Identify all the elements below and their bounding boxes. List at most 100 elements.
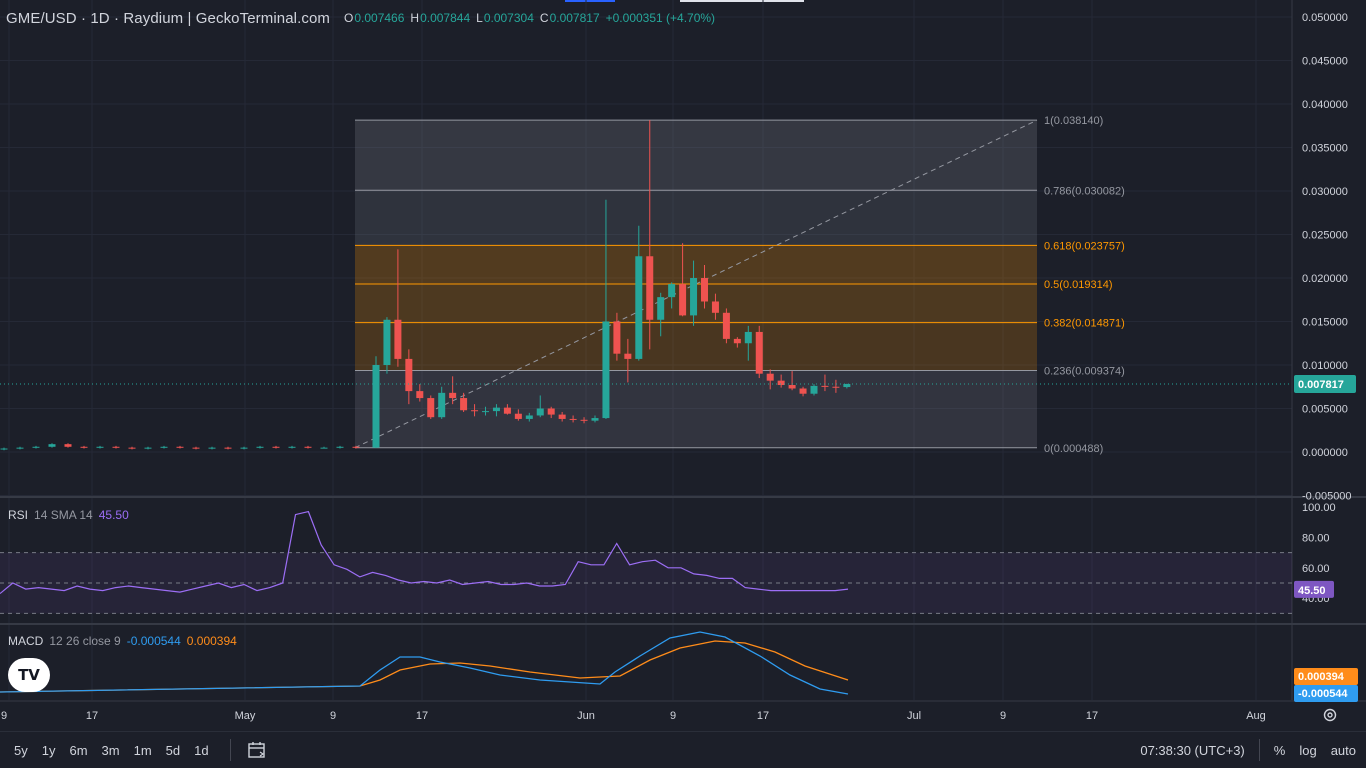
candle-body [64, 444, 72, 447]
toolbar-divider [1258, 739, 1260, 761]
close-value: 0.007817 [549, 11, 600, 25]
range-1y-button[interactable]: 1y [35, 743, 63, 758]
candle-body [336, 446, 344, 448]
candle-body [755, 331, 763, 374]
gear-icon[interactable] [1322, 707, 1338, 723]
candle-body [460, 398, 468, 411]
price-axis-label: 0.050000 [1302, 12, 1348, 24]
clock-timezone[interactable]: 07:38:30 (UTC+3) [1140, 743, 1244, 758]
macd-line-tag-label: -0.000544 [1298, 688, 1348, 700]
macd-legend: MACD 12 26 close 9 -0.000544 0.000394 [8, 634, 237, 648]
range-5d-button[interactable]: 5d [159, 743, 187, 758]
price-axis-label: 0.020000 [1302, 273, 1348, 285]
candle-body [144, 447, 152, 449]
candle-body [16, 447, 24, 449]
candle-body [514, 413, 522, 419]
fib-band [355, 190, 1037, 246]
open-value: 0.007466 [354, 11, 405, 25]
time-axis-label: 17 [416, 710, 428, 722]
chart-legend: GME/USD · 1D · Raydium | GeckoTerminal.c… [6, 8, 715, 28]
calendar-icon[interactable] [247, 741, 267, 759]
tradingview-logo[interactable]: TV [8, 658, 50, 692]
price-axis-label: 0.005000 [1302, 404, 1348, 416]
candle-body [821, 385, 829, 387]
range-6m-button[interactable]: 6m [62, 743, 94, 758]
time-axis-label: 17 [86, 710, 98, 722]
candle-body [668, 284, 676, 298]
candle-body [690, 278, 698, 316]
candle-body [32, 446, 40, 448]
fib-level-label: 0.618(0.023757) [1044, 240, 1125, 252]
candle-body [80, 446, 88, 448]
candle-body [503, 407, 511, 414]
candle-body [304, 446, 312, 448]
candle-body [613, 321, 621, 354]
low-value: 0.007304 [483, 11, 534, 25]
time-axis-label: Aug [1246, 710, 1266, 722]
time-axis[interactable]: 9 17 May 9 17 Jun 9 17 Jul 9 17 Aug [1, 710, 1266, 722]
fib-band [355, 322, 1037, 371]
candle-body [536, 408, 544, 416]
candle-body [733, 338, 741, 344]
candle-body [679, 284, 687, 316]
last-price-label: 0.007817 [1298, 379, 1344, 391]
rsi-axis-label: 60.00 [1302, 563, 1330, 575]
candle-body [0, 448, 8, 450]
rsi-legend: RSI 14 SMA 14 45.50 [8, 508, 129, 522]
high-label: H [410, 11, 420, 25]
candle-body [646, 256, 654, 320]
price-axis-label: 0.035000 [1302, 143, 1348, 155]
candle-body [788, 385, 796, 389]
right-controls: 07:38:30 (UTC+3) % log auto [1140, 732, 1356, 768]
rsi-pane: 100.0080.0060.0040.0045.50 [0, 502, 1336, 614]
fib-retracement[interactable]: 1(0.038140) 0.786(0.030082) 0.618(0.023757… [354, 115, 1125, 455]
bottom-toolbar: 5y 1y 6m 3m 1m 5d 1d 07:38:30 (UTC+3) % … [0, 731, 1366, 768]
auto-toggle[interactable]: auto [1331, 743, 1356, 758]
percent-toggle[interactable]: % [1274, 743, 1286, 758]
candle-body [405, 358, 413, 392]
candle-body [128, 447, 136, 449]
log-toggle[interactable]: log [1299, 743, 1316, 758]
candle-body [701, 278, 708, 302]
candle-body [482, 411, 489, 413]
macd-signal-value: 0.000394 [186, 634, 237, 648]
fib-level-label: 0.382(0.014871) [1044, 318, 1125, 330]
candle-body [799, 388, 807, 394]
price-axis-label: 0.010000 [1302, 360, 1348, 372]
macd-name[interactable]: MACD [8, 634, 43, 648]
fib-band [355, 120, 1037, 191]
candle-body [256, 446, 264, 448]
symbol-title[interactable]: GME/USD · 1D · Raydium | GeckoTerminal.c… [6, 10, 330, 27]
price-axis-label: 0.000000 [1302, 447, 1348, 459]
rsi-axis-label: 100.00 [1302, 502, 1336, 514]
candle-body [810, 385, 818, 394]
price-axis-label: 0.030000 [1302, 186, 1348, 198]
fib-level-label: 0(0.000488) [1044, 443, 1103, 455]
candle-body [224, 447, 232, 449]
range-1d-button[interactable]: 1d [187, 743, 215, 758]
candle-body [320, 447, 328, 449]
candle-body [192, 447, 200, 449]
price-axis-label: 0.015000 [1302, 317, 1348, 329]
change-value: +0.000351 (+4.70%) [605, 11, 716, 25]
candle-body [272, 446, 280, 448]
high-value: 0.007844 [420, 11, 471, 25]
rsi-name[interactable]: RSI [8, 508, 28, 522]
range-3m-button[interactable]: 3m [95, 743, 127, 758]
rsi-value-label: 45.50 [1298, 585, 1326, 597]
fib-level-label: 0.786(0.030082) [1044, 185, 1125, 197]
candle-body [96, 446, 104, 448]
fib-level-label: 0.5(0.019314) [1044, 279, 1113, 291]
range-5y-button[interactable]: 5y [7, 743, 35, 758]
fib-level-label: 0.236(0.009374) [1044, 365, 1125, 377]
candle-body [744, 331, 752, 344]
candle-body [372, 365, 380, 448]
rsi-params: 14 SMA 14 [34, 508, 93, 522]
candle-body [416, 391, 424, 399]
range-1m-button[interactable]: 1m [127, 743, 159, 758]
toolbar-divider [229, 739, 231, 761]
fib-band [355, 370, 1037, 448]
candle-body [657, 297, 665, 320]
chart-canvas[interactable]: 1(0.038140) 0.786(0.030082) 0.618(0.023757… [0, 0, 1366, 730]
time-axis-label: 17 [757, 710, 769, 722]
